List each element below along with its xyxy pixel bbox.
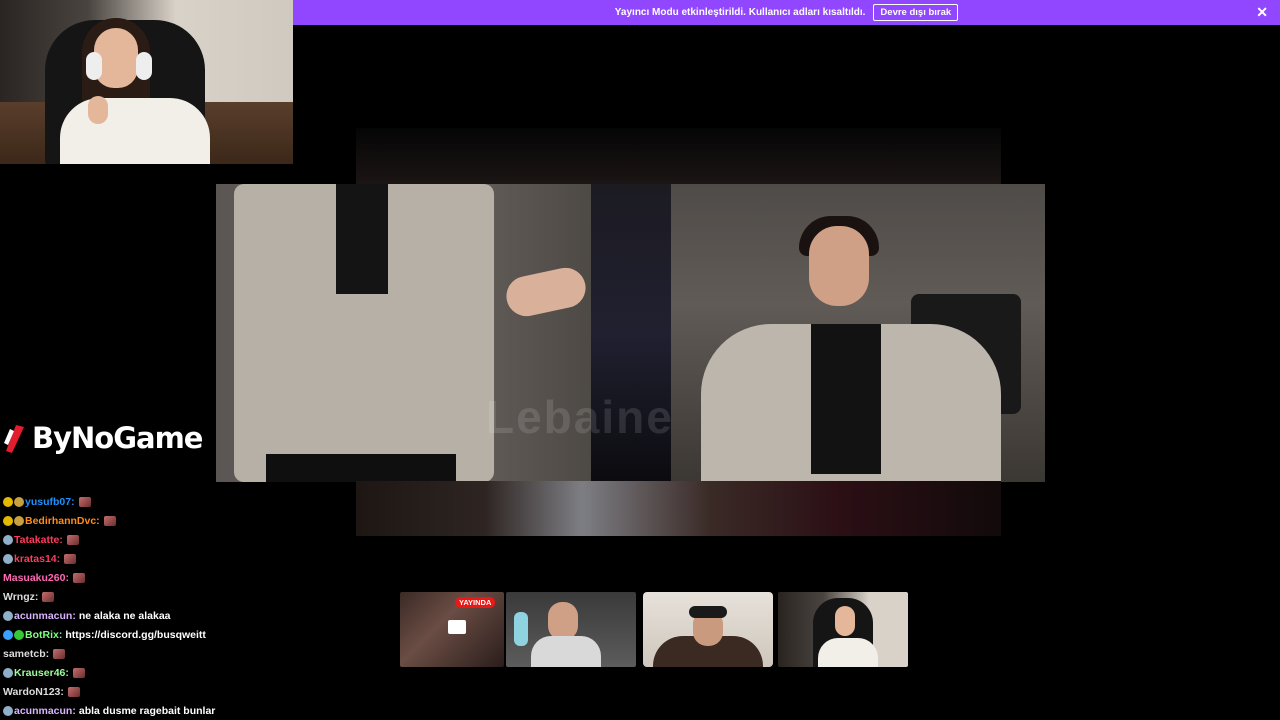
chat-text: https://discord.gg/busqweitt (65, 628, 206, 641)
chat-badge-icon (3, 534, 13, 545)
chat-emote-icon (67, 686, 80, 697)
chat-badge-icon (14, 515, 24, 526)
video-watermark: Lebaine (486, 391, 674, 443)
chat-overlay: yusufb07: BedirhannDvc: Tatakatte: kratas14… (3, 492, 363, 720)
thumbnail-4[interactable] (778, 592, 908, 667)
chat-badge-icon (3, 705, 13, 716)
chat-message: Masuaku260: (3, 568, 363, 587)
chat-emote-icon (66, 534, 79, 545)
chat-username: BedirhannDvc: (25, 514, 100, 527)
thumbnail-2[interactable] (506, 592, 636, 667)
chat-username: Krauser46: (14, 666, 69, 679)
chat-message: kratas14: (3, 549, 363, 568)
chat-message: acunmacun: abla dusme ragebait bunlar (3, 701, 363, 720)
chat-emote-icon (64, 553, 77, 564)
chat-message: Krauser46: (3, 663, 363, 682)
chat-username: Masuaku260: (3, 571, 69, 584)
chat-badge-icon (3, 610, 13, 621)
banner-message: Yayıncı Modu etkinleştirildi. Kullanıcı … (614, 7, 866, 18)
chat-badge-icon (14, 496, 24, 507)
video-right-panel (671, 184, 1045, 482)
chat-emote-icon (72, 667, 85, 678)
bynogame-logo-text: ByNoGame (32, 421, 203, 455)
screen-share-icon (448, 620, 466, 634)
chat-emote-icon (78, 496, 91, 507)
chat-message: WardoN123: (3, 682, 363, 701)
chat-username: sametcb: (3, 647, 50, 660)
chat-username: Tatakatte: (14, 533, 63, 546)
chat-badge-icon (3, 515, 13, 526)
chat-badge-icon (3, 553, 13, 564)
chat-badge-icon (3, 667, 13, 678)
chat-username: acunmacun: (14, 704, 76, 717)
chat-username: WardoN123: (3, 685, 64, 698)
bynogame-logo: ByNoGame (2, 418, 203, 458)
chat-text: abla dusme ragebait bunlar (78, 704, 216, 717)
thumbnail-3[interactable] (643, 592, 773, 667)
chat-emote-icon (53, 648, 66, 659)
chat-username: acunmacun: (14, 609, 76, 622)
chat-message: BotRix: https://discord.gg/busqweitt (3, 625, 363, 644)
chat-emote-icon (72, 572, 85, 583)
chat-message: BedirhannDvc: (3, 511, 363, 530)
chat-text: ne alaka ne alakaa (78, 609, 171, 622)
chat-emote-icon (103, 515, 116, 526)
chat-emote-icon (42, 591, 55, 602)
chat-username: yusufb07: (25, 495, 75, 508)
chat-message: yusufb07: (3, 492, 363, 511)
chat-message: Wrngz: (3, 587, 363, 606)
chat-message: sametcb: (3, 644, 363, 663)
chat-username: BotRix: (25, 628, 63, 641)
chat-badge-icon (3, 496, 13, 507)
chat-username: Wrngz: (3, 590, 39, 603)
chat-badge-icon (14, 629, 24, 640)
live-badge: YAYINDA (455, 597, 496, 608)
chat-badge-icon (3, 629, 13, 640)
streamer-mode-banner: Yayıncı Modu etkinleştirildi. Kullanıcı … (293, 0, 1280, 25)
chat-message: acunmacun: ne alaka ne alakaa (3, 606, 363, 625)
bynogame-logo-icon (4, 425, 24, 453)
stream-video[interactable]: Lebaine (216, 128, 1046, 538)
chat-username: kratas14: (14, 552, 61, 565)
chat-message: Tatakatte: (3, 530, 363, 549)
disable-streamer-mode-button[interactable]: Devre dışı bırak (873, 4, 959, 21)
close-icon[interactable]: ✕ (1256, 4, 1268, 20)
